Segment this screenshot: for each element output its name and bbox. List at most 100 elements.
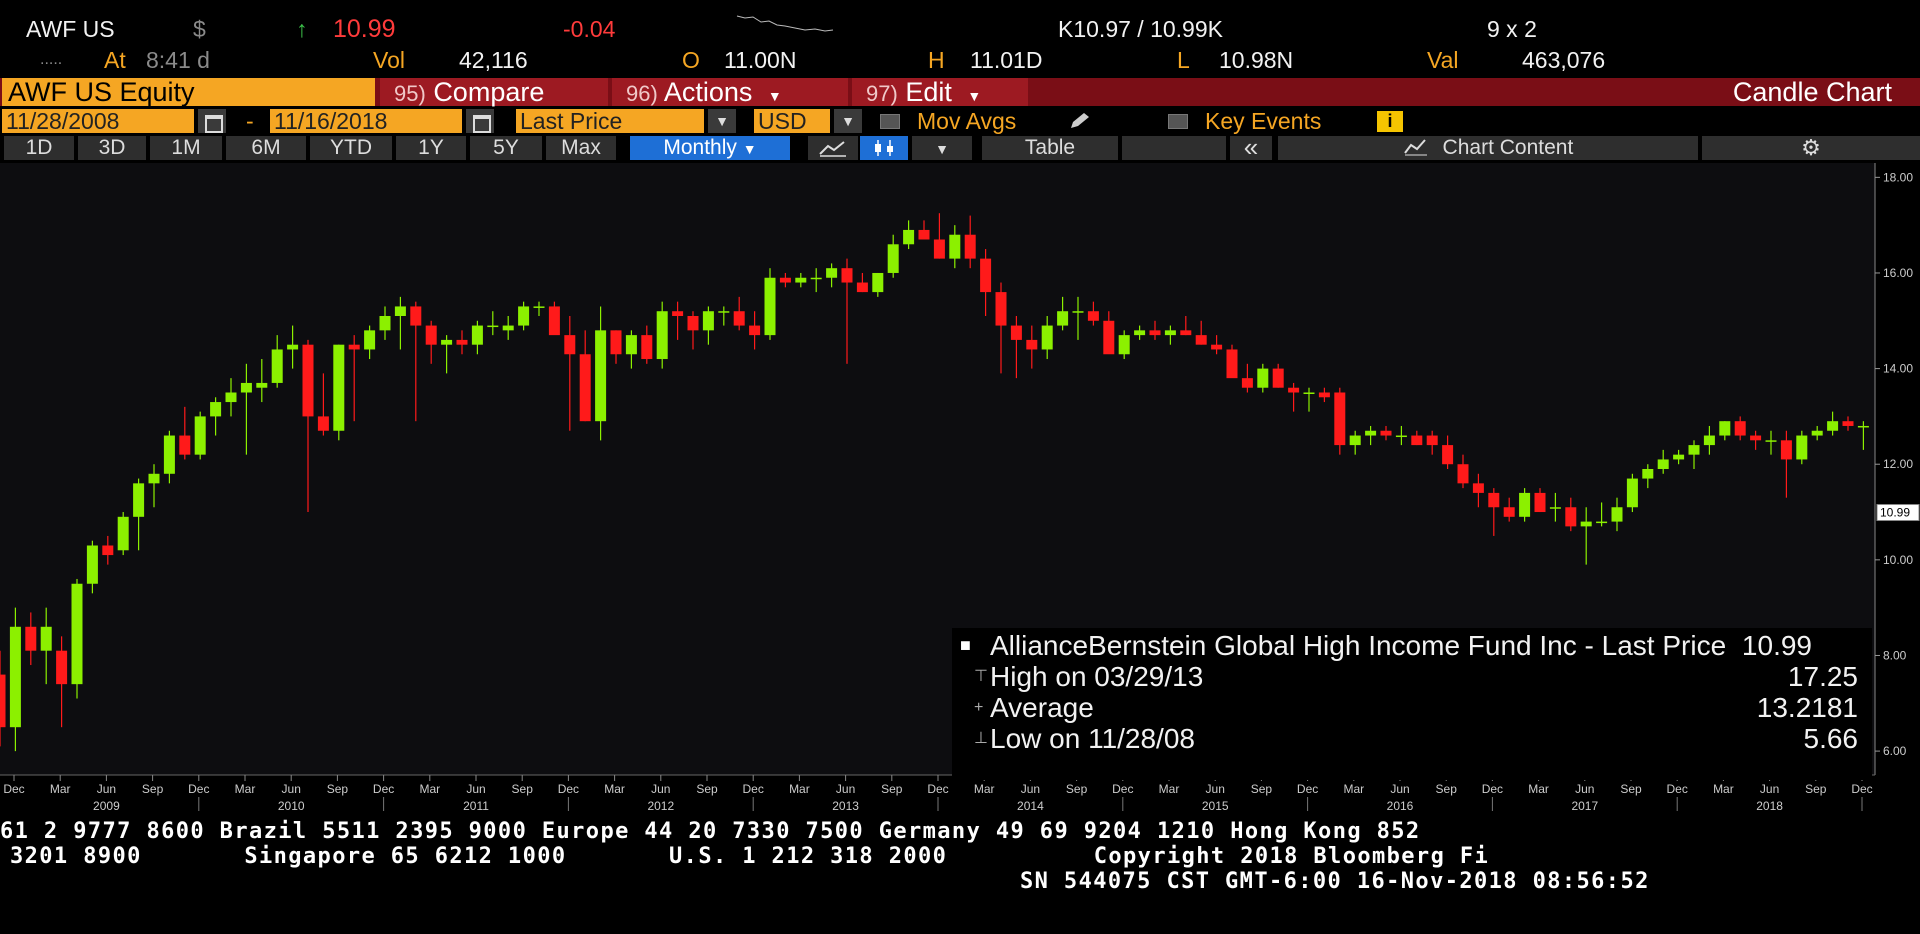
- candle-body[interactable]: [86, 545, 98, 584]
- candle-body[interactable]: [133, 483, 145, 517]
- candle-body[interactable]: [949, 234, 961, 259]
- candle-body[interactable]: [379, 316, 391, 331]
- edit-button[interactable]: 97) Edit ▼: [852, 78, 1028, 106]
- candle-body[interactable]: [564, 335, 576, 355]
- candle-body[interactable]: [1657, 459, 1669, 469]
- candle-body[interactable]: [980, 258, 992, 293]
- candle-body[interactable]: [1811, 430, 1823, 436]
- candle-body[interactable]: [210, 402, 222, 417]
- candle-body[interactable]: [995, 292, 1007, 326]
- candle-body[interactable]: [1642, 469, 1654, 479]
- candle-body[interactable]: [240, 382, 252, 393]
- chart-style-dropdown[interactable]: ▼: [912, 136, 972, 160]
- candle-body[interactable]: [641, 335, 653, 360]
- candle-body[interactable]: [964, 234, 976, 259]
- candle-body[interactable]: [595, 330, 607, 422]
- candle-body[interactable]: [1688, 445, 1700, 455]
- candle-body[interactable]: [102, 545, 114, 556]
- candle-body[interactable]: [733, 311, 745, 326]
- candle-body[interactable]: [579, 354, 591, 422]
- candle-body[interactable]: [656, 311, 668, 360]
- period-button-6m[interactable]: 6M: [226, 136, 306, 160]
- candle-body[interactable]: [1503, 507, 1515, 517]
- candle-body[interactable]: [672, 311, 684, 316]
- candle-body[interactable]: [1226, 349, 1238, 379]
- candle-body[interactable]: [1780, 440, 1792, 460]
- start-date-field[interactable]: 11/28/2008: [2, 109, 194, 133]
- candle-body[interactable]: [826, 268, 838, 278]
- currency-select[interactable]: USD: [754, 109, 830, 133]
- candle-body[interactable]: [1549, 507, 1561, 509]
- candle-body[interactable]: [1211, 344, 1223, 350]
- compare-button[interactable]: 95) Compare: [380, 78, 608, 106]
- candle-body[interactable]: [1565, 507, 1577, 527]
- candle-body[interactable]: [841, 268, 853, 283]
- candle-body[interactable]: [1519, 492, 1531, 517]
- actions-button[interactable]: 96) Actions ▼: [612, 78, 848, 106]
- period-button-1m[interactable]: 1M: [150, 136, 222, 160]
- candle-body[interactable]: [1026, 339, 1038, 350]
- candle-body[interactable]: [718, 311, 730, 313]
- candle-body[interactable]: [903, 229, 915, 245]
- candle-body[interactable]: [918, 229, 930, 240]
- period-button-3d[interactable]: 3D: [78, 136, 146, 160]
- candle-body[interactable]: [471, 325, 483, 345]
- candle-body[interactable]: [117, 516, 129, 551]
- candle-body[interactable]: [271, 349, 283, 383]
- candle-body[interactable]: [364, 330, 376, 350]
- candle-body[interactable]: [71, 583, 83, 685]
- candle-body[interactable]: [441, 339, 453, 345]
- candle-body[interactable]: [1750, 435, 1762, 441]
- candle-body[interactable]: [1842, 421, 1854, 426]
- candle-body[interactable]: [56, 650, 68, 685]
- candle-body[interactable]: [348, 344, 360, 350]
- candle-body[interactable]: [1719, 421, 1731, 436]
- candle-body[interactable]: [1488, 492, 1500, 508]
- candle-body[interactable]: [518, 306, 530, 326]
- candle-body[interactable]: [425, 325, 437, 345]
- candle-body[interactable]: [410, 306, 422, 326]
- candle-body[interactable]: [533, 306, 545, 308]
- candle-body[interactable]: [1596, 521, 1608, 524]
- candle-body[interactable]: [317, 416, 329, 431]
- candle-body[interactable]: [1827, 421, 1839, 431]
- price-field-select[interactable]: Last Price: [516, 109, 704, 133]
- candle-body[interactable]: [40, 626, 52, 651]
- candle-body[interactable]: [302, 344, 314, 417]
- candle-body[interactable]: [1534, 492, 1546, 513]
- period-button-1d[interactable]: 1D: [4, 136, 74, 160]
- candle-body[interactable]: [1149, 330, 1161, 336]
- collapse-button[interactable]: «: [1230, 134, 1272, 160]
- candle-body[interactable]: [933, 239, 945, 259]
- candle-body[interactable]: [225, 392, 237, 403]
- candle-body[interactable]: [548, 306, 560, 336]
- candle-body[interactable]: [502, 325, 514, 331]
- candle-body[interactable]: [810, 277, 822, 280]
- candle-body[interactable]: [287, 344, 299, 350]
- candle-body[interactable]: [779, 277, 791, 283]
- candle-body[interactable]: [1442, 445, 1454, 465]
- candle-body[interactable]: [9, 626, 21, 728]
- candle-body[interactable]: [1673, 454, 1685, 460]
- key-events-checkbox[interactable]: [1168, 114, 1188, 129]
- candle-body[interactable]: [1272, 368, 1284, 388]
- candle-body[interactable]: [194, 416, 206, 455]
- candle-body[interactable]: [1334, 392, 1346, 446]
- candle-body[interactable]: [1010, 325, 1022, 340]
- period-button-5y[interactable]: 5Y: [470, 136, 542, 160]
- candle-body[interactable]: [795, 277, 807, 283]
- candle-body[interactable]: [610, 330, 622, 355]
- candle-body[interactable]: [687, 316, 699, 331]
- pencil-icon[interactable]: [1068, 111, 1092, 131]
- period-button-max[interactable]: Max: [546, 136, 616, 160]
- mov-avgs-checkbox[interactable]: [880, 114, 900, 129]
- candle-body[interactable]: [179, 435, 191, 455]
- candle-body[interactable]: [1087, 311, 1099, 321]
- info-icon[interactable]: i: [1377, 111, 1403, 132]
- candle-body[interactable]: [1288, 387, 1300, 393]
- candle-body[interactable]: [1857, 425, 1869, 428]
- candle-body[interactable]: [887, 244, 899, 273]
- candle-body[interactable]: [25, 626, 37, 651]
- candle-body[interactable]: [456, 339, 468, 345]
- candle-body[interactable]: [625, 335, 637, 355]
